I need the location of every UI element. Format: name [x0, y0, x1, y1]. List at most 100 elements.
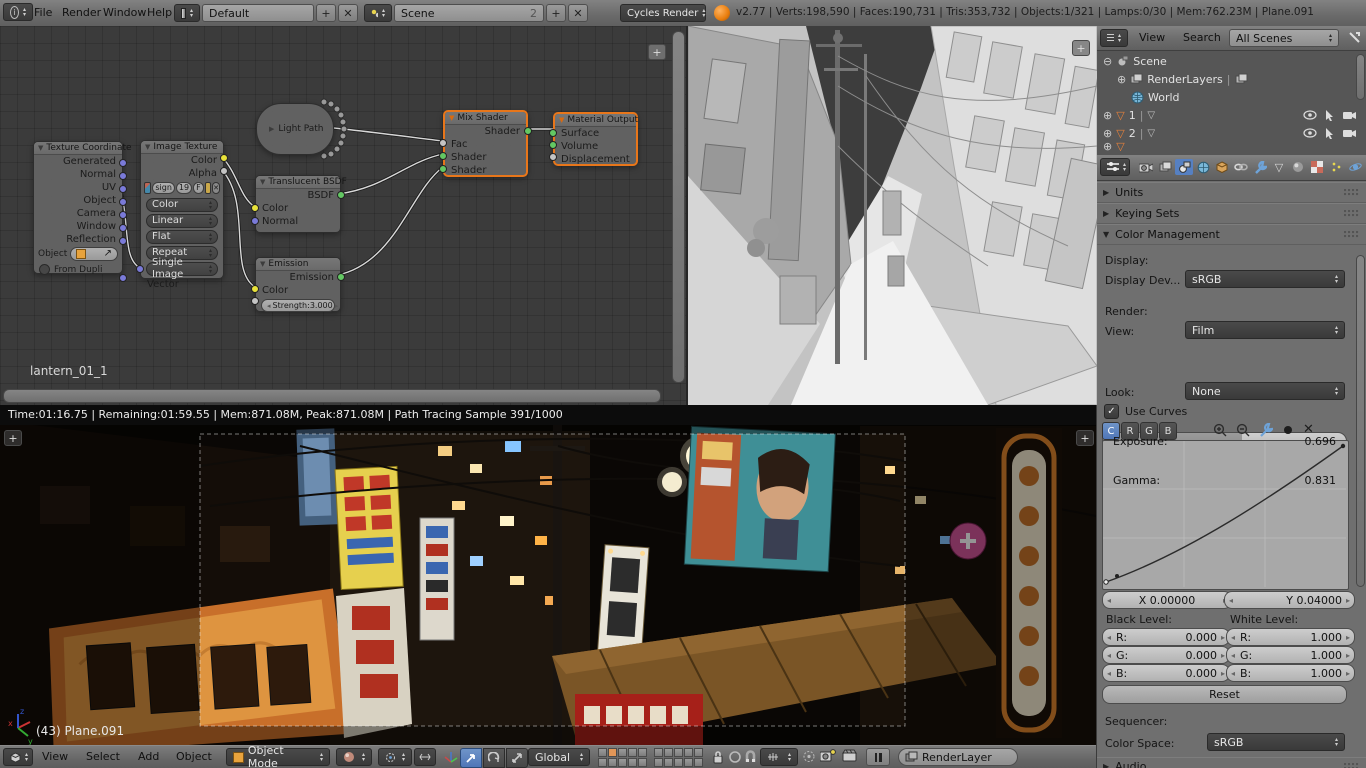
render-view-properties-button[interactable]: +: [1076, 430, 1094, 446]
viewport-3d-top[interactable]: +: [687, 26, 1097, 405]
editor-type-button-outliner[interactable]: ▴ ▾: [1100, 29, 1128, 47]
socket-out-reflection[interactable]: [119, 237, 127, 245]
select-menu[interactable]: Select: [80, 746, 126, 768]
socket-in-strength[interactable]: [251, 297, 259, 305]
new-image-icon[interactable]: [204, 182, 212, 194]
socket-in-normal[interactable]: [251, 217, 259, 225]
curve-zoom-in-icon[interactable]: [1213, 423, 1227, 437]
white-r-field[interactable]: ◂ R: 1.000 ▸: [1226, 628, 1355, 646]
transform-orientation-select[interactable]: Global ▴ ▾: [528, 748, 590, 766]
sequencer-color-space-select[interactable]: sRGB ▴ ▾: [1207, 733, 1345, 751]
tab-constraints[interactable]: [1232, 159, 1250, 175]
socket-out-shader[interactable]: [524, 127, 532, 135]
socket-out-alpha[interactable]: [220, 167, 228, 175]
look-select[interactable]: None ▴ ▾: [1185, 382, 1345, 400]
layout-add-button[interactable]: +: [316, 4, 336, 22]
image-users-button[interactable]: 19: [175, 182, 193, 194]
source-select[interactable]: Single Image ▴ ▾: [146, 257, 218, 280]
socket-in-shader2[interactable]: [439, 165, 447, 173]
viewport-top-expand-region-button[interactable]: +: [1072, 40, 1090, 56]
node-translucent-bsdf[interactable]: ▼ Translucent BSDF BSDF Color Normal: [251, 175, 347, 233]
black-b-field[interactable]: ◂ B: 0.000 ▸: [1102, 664, 1230, 682]
render-view-toolshelf-button[interactable]: +: [4, 430, 22, 446]
lock-icon[interactable]: [712, 750, 724, 764]
tab-world[interactable]: [1194, 159, 1212, 175]
renderability-camera-icon[interactable]: [1343, 128, 1356, 139]
socket-out-bsdf[interactable]: [337, 191, 345, 199]
from-dupli-checkbox[interactable]: [39, 264, 50, 275]
node-editor-expand-region-button[interactable]: +: [648, 44, 666, 60]
socket-in-color[interactable]: [251, 204, 259, 212]
panel-grip[interactable]: [1344, 210, 1360, 217]
curve-y-field[interactable]: ◂ Y 0.04000 ▸: [1224, 591, 1355, 609]
collapse-icon[interactable]: ⊖: [1103, 55, 1112, 68]
white-g-field[interactable]: ◂ G: 1.000 ▸: [1226, 646, 1355, 664]
panel-color-management[interactable]: ▼ Color Management: [1097, 224, 1366, 245]
outliner-display-filter[interactable]: All Scenes ▴ ▾: [1229, 29, 1339, 47]
pivot-select[interactable]: ▴ ▾: [378, 748, 412, 766]
outliner-menu-search[interactable]: Search: [1177, 27, 1227, 49]
socket-out-generated2[interactable]: [119, 159, 127, 167]
socket-in-volume[interactable]: [549, 141, 557, 149]
emission-strength-field[interactable]: ◂ Strength: 3.000 ▸: [261, 299, 338, 312]
tab-modifiers[interactable]: [1251, 159, 1269, 175]
node-editor-vscrollbar[interactable]: [672, 31, 685, 383]
socket-out-window[interactable]: [119, 224, 127, 232]
node-image-texture[interactable]: ▼ Image Texture Color Alpha sign 19 F ✕ C…: [136, 140, 228, 290]
mode-select[interactable]: Object Mode ▴ ▾: [226, 744, 330, 768]
selectability-cursor-icon[interactable]: [1325, 127, 1335, 139]
panel-units[interactable]: ▶ Units: [1097, 182, 1366, 203]
curve-clipping-icon[interactable]: [1282, 424, 1294, 436]
socket-in-fac[interactable]: [439, 139, 447, 147]
white-b-field[interactable]: ◂ B: 1.000 ▸: [1226, 664, 1355, 682]
node-light-path[interactable]: ▶ Light Path: [256, 103, 334, 155]
panel-audio[interactable]: ▶ Audio: [1097, 757, 1366, 768]
socket-out-normal[interactable]: [119, 172, 127, 180]
expand-icon[interactable]: ⊕: [1103, 127, 1112, 140]
pause-render-button[interactable]: [866, 748, 890, 766]
viewport-3d-render[interactable]: x z y (43) Plane.091 + +: [0, 405, 1096, 746]
socket-out-camera[interactable]: [119, 211, 127, 219]
object-menu[interactable]: Object: [170, 746, 218, 768]
snap-target-icon[interactable]: [728, 750, 742, 764]
panel-grip[interactable]: [1344, 189, 1360, 196]
view-transform-select[interactable]: Film ▴ ▾: [1185, 321, 1345, 339]
socket-in-shader1[interactable]: [439, 152, 447, 160]
socket-out-emission[interactable]: [337, 273, 345, 281]
curve-zoom-out-icon[interactable]: [1236, 423, 1250, 437]
socket-in-surface[interactable]: [549, 129, 557, 137]
menu-help[interactable]: Help: [141, 2, 178, 24]
socket-out-generated[interactable]: [119, 274, 127, 282]
tab-particles[interactable]: [1327, 159, 1345, 175]
visibility-eye-icon[interactable]: [1303, 110, 1317, 121]
outliner-row-object-1[interactable]: ⊕ ▽ 1 | ▽: [1097, 106, 1366, 124]
selectability-cursor-icon[interactable]: [1325, 109, 1335, 121]
layout-name-field[interactable]: Default: [202, 4, 314, 22]
menu-file[interactable]: File: [28, 2, 58, 24]
scene-browse-button[interactable]: ▴ ▾: [364, 4, 392, 22]
fake-user-button[interactable]: F: [193, 182, 204, 194]
image-icon[interactable]: [144, 182, 152, 194]
projection-select[interactable]: Flat ▴ ▾: [146, 230, 218, 244]
render-layer-select[interactable]: RenderLayer: [898, 748, 1018, 766]
outliner-filter-icon[interactable]: [1347, 30, 1361, 44]
layout-delete-button[interactable]: ✕: [338, 4, 358, 22]
snap-magnet-icon[interactable]: [744, 750, 757, 764]
node-texture-coordinate[interactable]: ▼ Texture Coordinate Generated Normal UV …: [33, 141, 132, 282]
image-name-field[interactable]: sign: [152, 182, 175, 194]
curve-x-field[interactable]: ◂X 0.00000▸: [1102, 591, 1232, 609]
snap-element-select[interactable]: ▴ ▾: [760, 748, 798, 766]
eyedropper-icon[interactable]: ↗: [104, 248, 112, 260]
tab-render[interactable]: [1137, 159, 1155, 175]
expand-icon[interactable]: ⊕: [1117, 73, 1126, 86]
outliner-row-world[interactable]: World: [1097, 88, 1366, 106]
layers-group-1[interactable]: [598, 748, 648, 768]
add-menu[interactable]: Add: [132, 746, 165, 768]
socket-out-object[interactable]: [119, 198, 127, 206]
editor-type-button-3dview[interactable]: ▴ ▾: [3, 748, 33, 766]
render-engine-select[interactable]: Cycles Render ▴ ▾: [620, 4, 706, 22]
rotate-manipulator-button[interactable]: [483, 748, 505, 768]
socket-out-color[interactable]: [220, 154, 228, 162]
editor-type-button-properties[interactable]: ▴ ▾: [1100, 158, 1130, 176]
node-material-output[interactable]: ▼ Material Output Surface Volume Displace…: [549, 112, 638, 166]
